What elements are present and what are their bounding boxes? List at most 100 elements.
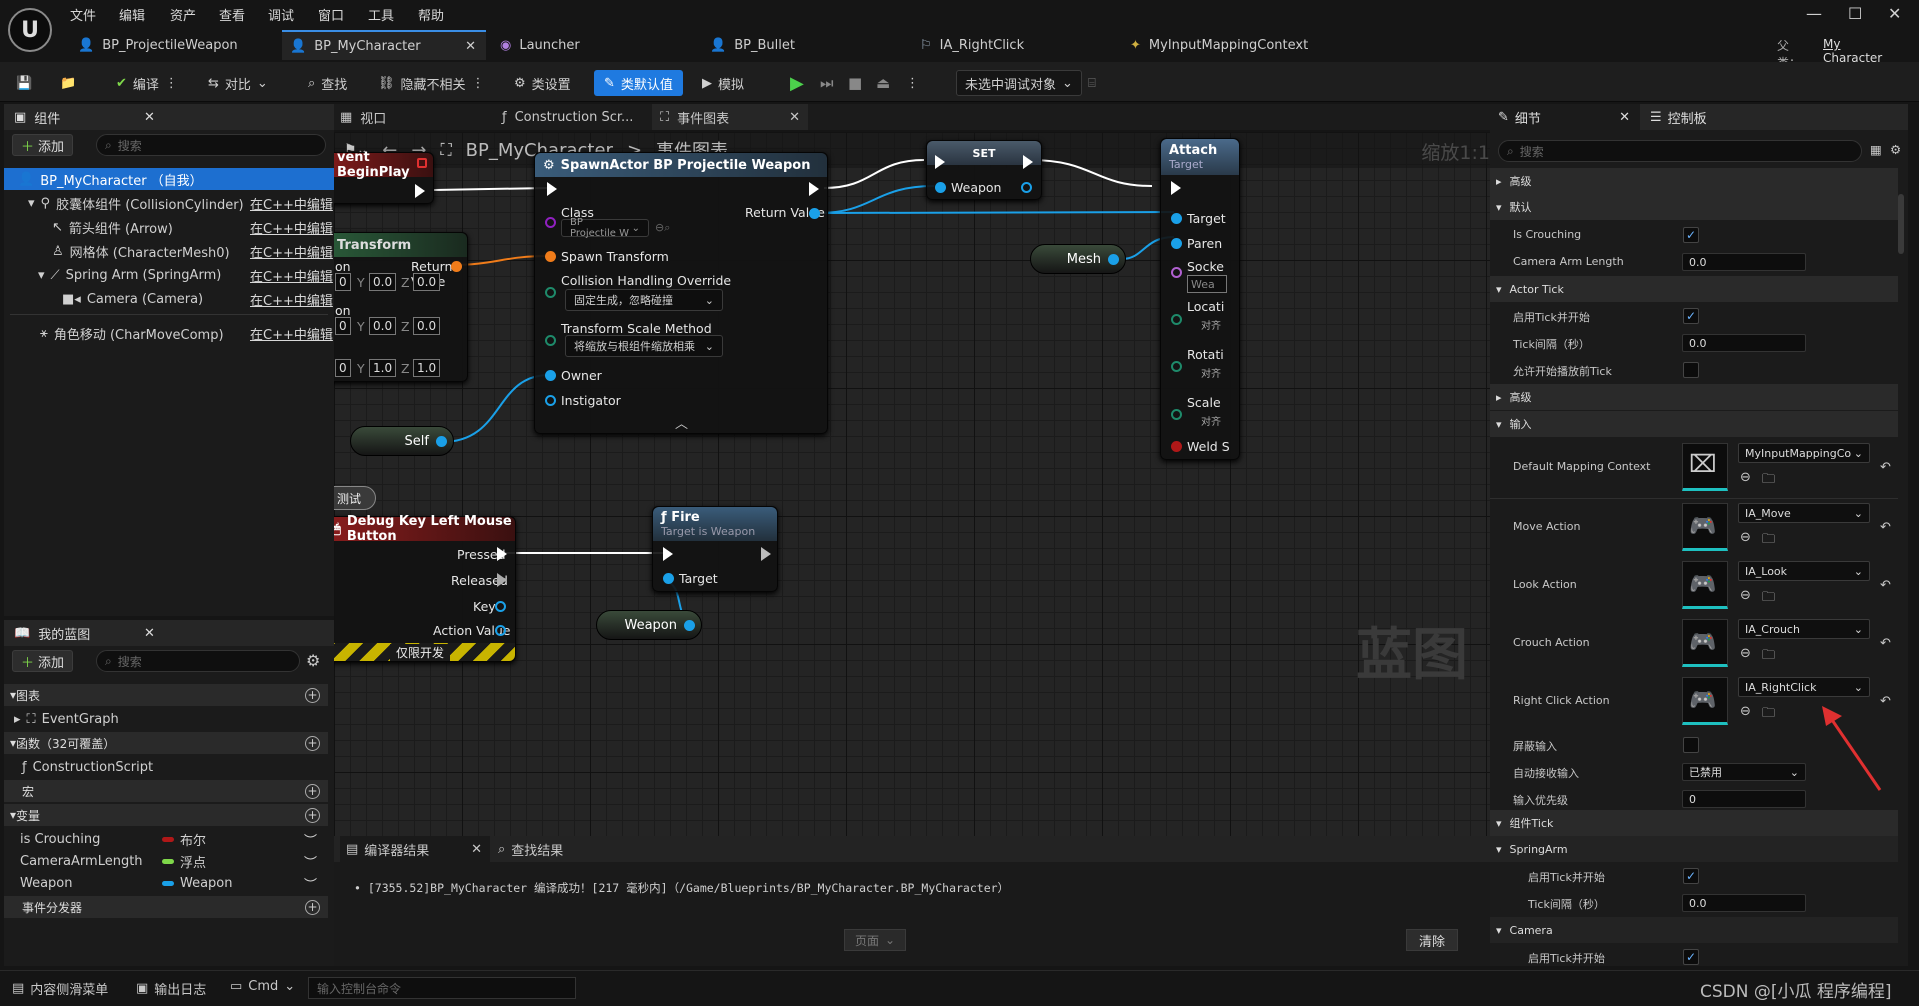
diff-button[interactable]: ⇆ 对比 ⌄ — [208, 70, 268, 96]
section-variables[interactable]: ▾ 变量 + — [4, 804, 328, 826]
tab-myinputmappingcontext[interactable]: ✦ MyInputMappingContext — [1122, 30, 1352, 60]
node-make-transform[interactable]: Transform Return Value on 0 Y0.0 Z0.0 on… — [334, 232, 468, 382]
use-selected-icon[interactable]: ⊖ — [1740, 704, 1751, 719]
rotation-z-field[interactable]: 0.0 — [413, 317, 441, 335]
edit-in-cpp-link[interactable]: 在C++中编辑 — [250, 242, 333, 261]
edit-in-cpp-link[interactable]: 在C++中编辑 — [250, 194, 333, 213]
maximize-icon[interactable]: ☐ — [1848, 4, 1862, 23]
node-self[interactable]: Self — [350, 426, 454, 456]
output-log-button[interactable]: ▣ 输出日志 — [136, 979, 206, 998]
add-dispatcher-icon[interactable]: + — [305, 899, 320, 915]
action-value-pin[interactable] — [495, 625, 506, 636]
class-pin[interactable] — [545, 217, 556, 228]
location-rule-pin[interactable] — [1171, 314, 1182, 325]
close-window-icon[interactable]: ✕ — [1888, 4, 1901, 23]
location-y-field[interactable]: 0.0 — [369, 273, 397, 291]
spawn-transform-pin[interactable] — [545, 251, 556, 262]
tab-ia-rightclick[interactable]: ⚐ IA_RightClick — [912, 30, 1112, 60]
console-input[interactable]: 输入控制台命令 — [308, 977, 576, 999]
class-settings-button[interactable]: ⚙ 类设置 — [514, 70, 571, 96]
reset-arrow-icon[interactable]: ↶ — [1880, 520, 1891, 535]
tab-bp-projectileweapon[interactable]: 👤 BP_ProjectileWeapon — [70, 30, 270, 60]
menu-tools[interactable]: 工具 — [368, 5, 394, 24]
rotation-y-field[interactable]: 0.0 — [369, 317, 397, 335]
springarm-tick-checkbox[interactable]: ✓ — [1683, 868, 1699, 884]
eject-button[interactable]: ⏏ — [876, 70, 890, 96]
close-tab-icon[interactable]: ✕ — [789, 110, 800, 125]
collapse-icon[interactable]: ▾ — [38, 268, 45, 283]
collision-pin[interactable] — [545, 287, 556, 298]
section-graphs[interactable]: ▾ 图表 + — [4, 684, 328, 706]
compile-button[interactable]: ✔ 编译 ⋮ — [116, 70, 178, 96]
close-panel-icon[interactable]: ✕ — [144, 626, 155, 641]
node-set-weapon[interactable]: SET Weapon — [926, 140, 1042, 200]
socket-field[interactable]: Wea — [1187, 275, 1227, 293]
right-click-action-thumbnail[interactable]: 🎮 — [1682, 677, 1728, 725]
collision-select[interactable]: 固定生成，忽略碰撞 ⌄ — [565, 289, 723, 311]
visibility-icon[interactable]: ︶ — [304, 830, 317, 849]
node-fire[interactable]: ƒ Fire Target is Weapon Target — [652, 506, 778, 592]
scale-method-select[interactable]: 将缩放与根组件缩放相乘 ⌄ — [565, 335, 723, 357]
minimize-icon[interactable]: — — [1806, 4, 1822, 23]
look-action-thumbnail[interactable]: 🎮 — [1682, 561, 1728, 609]
edit-in-cpp-link[interactable]: 在C++中编辑 — [250, 324, 333, 343]
scale-method-pin[interactable] — [545, 335, 556, 346]
exec-out-pin[interactable] — [415, 184, 425, 198]
variable-item[interactable]: CameraArmLength 浮点 ︶ — [4, 850, 334, 872]
node-event-beginplay[interactable]: vent BeginPlay — [334, 150, 434, 204]
self-out-pin[interactable] — [436, 436, 447, 447]
settings-gear-icon[interactable]: ⚙ — [1890, 142, 1901, 157]
scale-rule-pin[interactable] — [1171, 409, 1182, 420]
camera-tick-checkbox[interactable]: ✓ — [1683, 949, 1699, 965]
browse-folder-icon[interactable]: 🗀 — [1762, 470, 1775, 492]
table-view-icon[interactable]: ▦ — [1870, 142, 1882, 157]
section-springarm[interactable]: ▾ SpringArm — [1490, 836, 1898, 862]
target-pin[interactable] — [1171, 213, 1182, 224]
use-selected-icon[interactable]: ⊖ — [1740, 646, 1751, 661]
tick-before-play-checkbox[interactable] — [1683, 362, 1699, 378]
rotation-x-field[interactable]: 0 — [335, 317, 351, 335]
weapon-in-pin[interactable] — [935, 182, 946, 193]
cmd-select[interactable]: ▭ Cmd ⌄ — [230, 979, 295, 994]
scale-z-field[interactable]: 1.0 — [413, 359, 441, 377]
section-input[interactable]: ▾ 输入 — [1490, 411, 1898, 437]
component-item-capsule[interactable]: ▾ ⚲ 胶囊体组件 (CollisionCylinder) 在C++中编辑 — [4, 192, 334, 214]
mapping-context-select[interactable]: MyInputMappingCo ⌄ — [1738, 443, 1870, 463]
close-panel-icon[interactable]: ✕ — [144, 110, 155, 125]
pressed-exec-pin[interactable] — [497, 547, 507, 561]
move-action-select[interactable]: IA_Move ⌄ — [1738, 503, 1870, 523]
block-input-checkbox[interactable] — [1683, 737, 1699, 753]
springarm-tick-interval-field[interactable]: 0.0 — [1682, 894, 1806, 912]
node-debug-key-lmb[interactable]: 🖱 Debug Key Left Mouse Button Pressed Rel… — [334, 514, 516, 662]
component-item-self[interactable]: 👤 BP_MyCharacter （自我） — [4, 168, 334, 190]
owner-pin[interactable] — [545, 370, 556, 381]
rotation-rule-pin[interactable] — [1171, 361, 1182, 372]
menu-debug[interactable]: 调试 — [268, 5, 294, 24]
add-macro-icon[interactable]: + — [305, 783, 320, 799]
tick-interval-field[interactable]: 0.0 — [1682, 334, 1806, 352]
browse-asset-icon[interactable]: ⊖⌕ — [655, 221, 670, 235]
stop-button[interactable]: ■ — [848, 70, 862, 96]
move-action-thumbnail[interactable]: 🎮 — [1682, 503, 1728, 551]
clear-button[interactable]: 清除 — [1406, 929, 1459, 951]
add-variable-icon[interactable]: + — [305, 807, 320, 823]
variable-item[interactable]: is Crouching 布尔 ︶ — [4, 828, 334, 850]
section-macros[interactable]: 宏 + — [4, 780, 328, 802]
released-exec-pin[interactable] — [497, 573, 507, 587]
hide-unrelated-button[interactable]: ⛓ 隐藏不相关 ⋮ — [378, 70, 485, 96]
return-value-out-pin[interactable] — [809, 208, 820, 219]
tab-palette[interactable]: ☰ 控制板 — [1640, 104, 1707, 130]
tab-find-results[interactable]: ⌕ 查找结果 — [498, 840, 563, 859]
reset-arrow-icon[interactable]: ↶ — [1880, 460, 1891, 475]
crouch-action-select[interactable]: IA_Crouch ⌄ — [1738, 619, 1870, 639]
browse-folder-icon[interactable]: 🗀 — [1762, 704, 1775, 726]
menu-window[interactable]: 窗口 — [318, 5, 344, 24]
target-pin[interactable] — [663, 573, 674, 584]
tick-enable-checkbox[interactable]: ✓ — [1683, 308, 1699, 324]
component-item-camera[interactable]: ■◂ Camera (Camera) 在C++中编辑 — [4, 288, 334, 310]
edit-in-cpp-link[interactable]: 在C++中编辑 — [250, 290, 333, 309]
add-component-button[interactable]: ＋添加 — [12, 134, 74, 156]
save-button[interactable]: 💾 — [16, 70, 32, 96]
details-scrollbar[interactable] — [1898, 194, 1904, 254]
section-camera[interactable]: ▾ Camera — [1490, 917, 1898, 943]
